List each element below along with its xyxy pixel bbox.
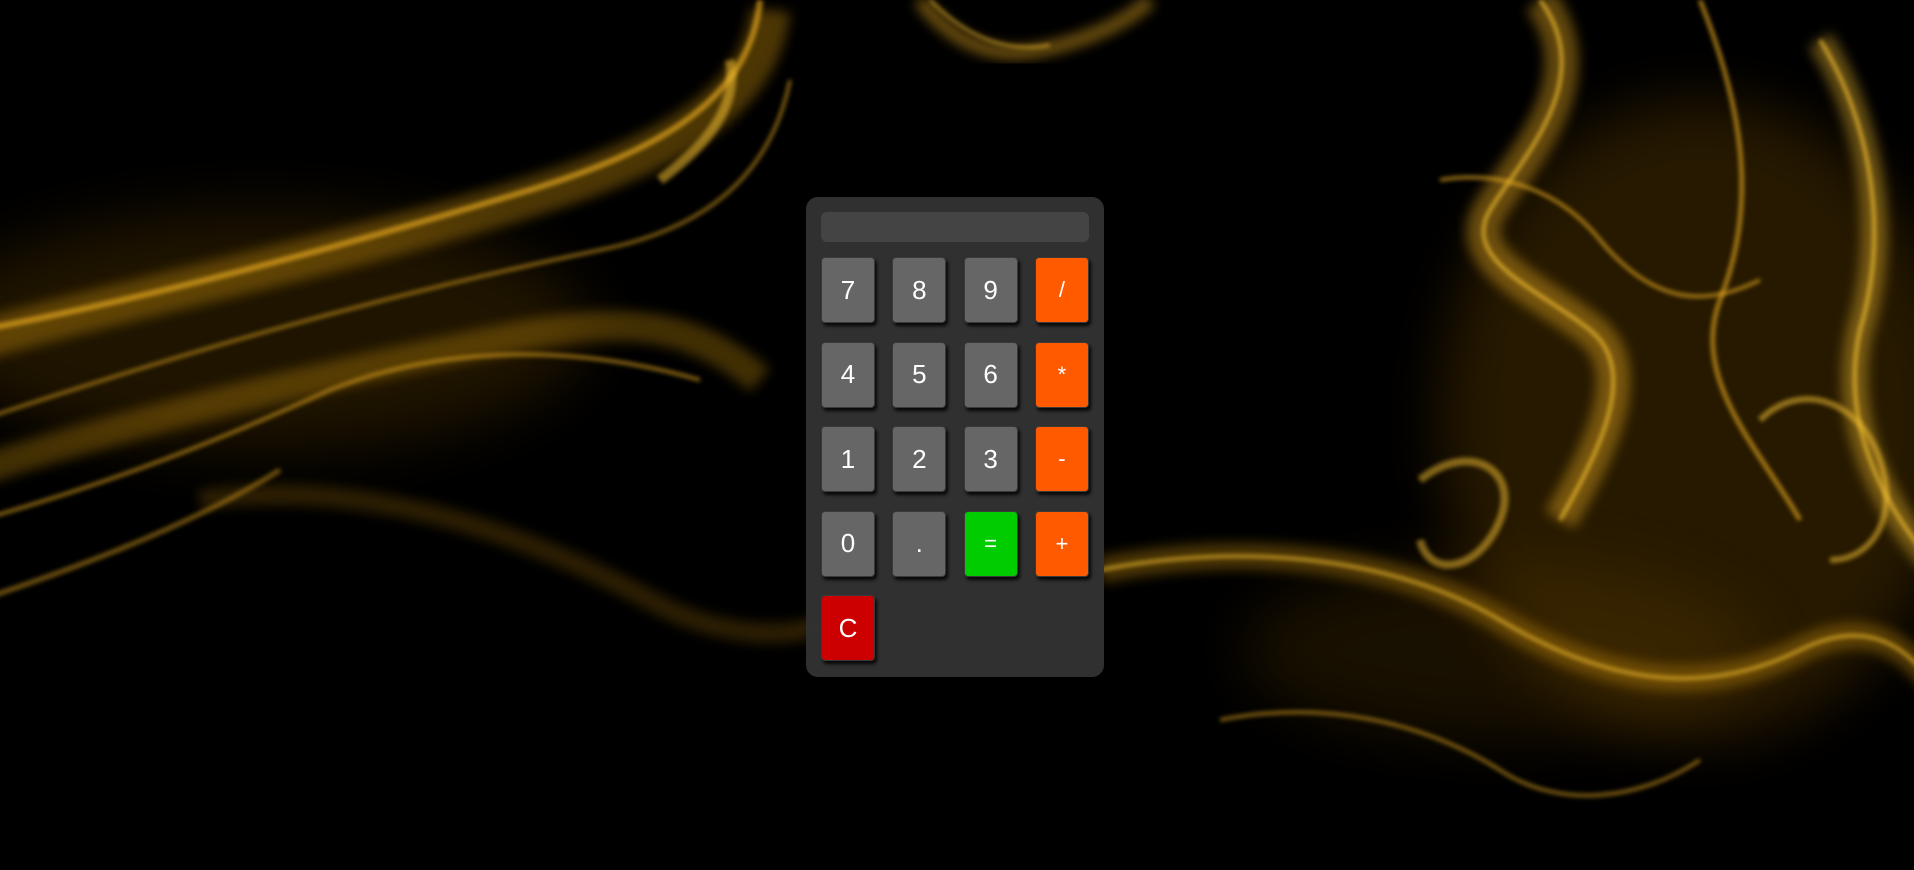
key-clear[interactable]: C — [821, 595, 875, 661]
key-8[interactable]: 8 — [892, 257, 947, 323]
key-3[interactable]: 3 — [963, 426, 1018, 492]
key-7[interactable]: 7 — [821, 257, 875, 323]
key-0[interactable]: 0 — [821, 510, 875, 577]
key-subtract[interactable]: - — [1034, 426, 1089, 492]
key-divide[interactable]: / — [1034, 257, 1089, 323]
calculator-panel: 7 8 9/ 4 5 6 * 1 2 3- 0. = + C — [806, 197, 1104, 677]
key-9[interactable]: 9 — [963, 257, 1018, 323]
key-5[interactable]: 5 — [892, 341, 947, 408]
keypad: 7 8 9/ 4 5 6 * 1 2 3- 0. = + C — [821, 257, 1089, 661]
key-2[interactable]: 2 — [892, 426, 947, 492]
key-6[interactable]: 6 — [963, 341, 1018, 408]
key-4[interactable]: 4 — [821, 341, 875, 408]
key-equals[interactable]: = — [963, 510, 1018, 577]
key-1[interactable]: 1 — [821, 426, 875, 492]
key-add[interactable]: + — [1034, 510, 1089, 577]
key-multiply[interactable]: * — [1034, 341, 1089, 408]
key-decimal[interactable]: . — [892, 510, 947, 577]
calculator-display[interactable] — [821, 212, 1089, 242]
